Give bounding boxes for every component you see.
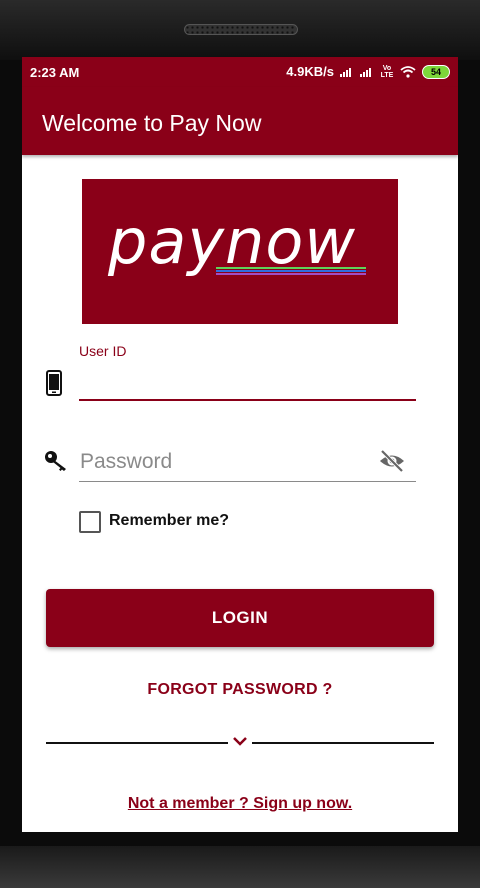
remember-me-label[interactable]: Remember me? (109, 512, 229, 530)
volte-badge: Vo LTE (380, 64, 394, 79)
app-screen: 2:23 AM 4.9KB/s Vo LTE 54 Welcome to Pay… (22, 57, 458, 832)
app-bar: Welcome to Pay Now (22, 87, 458, 155)
status-time: 2:23 AM (30, 65, 80, 80)
password-input[interactable] (79, 443, 380, 481)
phone-frame: 2:23 AM 4.9KB/s Vo LTE 54 Welcome to Pay… (0, 0, 480, 888)
eye-off-icon[interactable] (378, 449, 406, 473)
status-indicators: 4.9KB/s Vo LTE 54 (286, 64, 450, 79)
remember-me-checkbox[interactable] (79, 511, 101, 533)
phone-bottom-bezel (0, 846, 480, 888)
chevron-down-icon (233, 737, 247, 746)
user-id-input[interactable] (79, 363, 416, 401)
paynow-logo: paynow (82, 179, 398, 324)
user-id-label: User ID (79, 343, 127, 359)
network-speed: 4.9KB/s (286, 64, 334, 79)
signup-link[interactable]: Not a member ? Sign up now. (22, 795, 458, 813)
login-button[interactable]: LOGIN (46, 589, 434, 647)
password-underline (79, 481, 416, 482)
logo-stripes (216, 267, 366, 275)
speaker-grille (184, 24, 298, 35)
mobile-phone-icon (46, 370, 62, 396)
battery-icon: 54 (422, 64, 450, 79)
signal-icon-2 (360, 67, 371, 77)
divider-right (252, 742, 434, 744)
wifi-icon (400, 65, 416, 78)
signal-icon (340, 67, 351, 77)
key-icon (45, 451, 66, 471)
divider-left (46, 742, 228, 744)
page-title: Welcome to Pay Now (42, 110, 262, 136)
status-bar: 2:23 AM 4.9KB/s Vo LTE 54 (22, 57, 458, 87)
forgot-password-link[interactable]: FORGOT PASSWORD ? (22, 681, 458, 699)
